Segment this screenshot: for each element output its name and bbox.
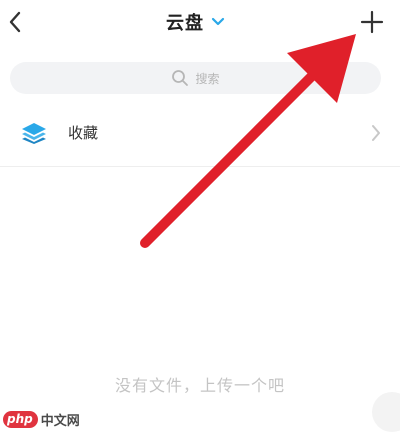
- site-watermark: php 中文网: [3, 410, 80, 429]
- section-divider: [0, 166, 400, 167]
- add-button[interactable]: [358, 8, 386, 36]
- layers-icon: [22, 123, 46, 144]
- favorites-label: 收藏: [68, 124, 99, 142]
- cloud-disk-title-dropdown[interactable]: 云盘: [166, 9, 225, 35]
- watermark-site: 中文网: [40, 414, 80, 429]
- search-placeholder: 搜索: [195, 71, 220, 86]
- empty-state-message: 没有文件，上传一个吧: [114, 376, 285, 395]
- corner-decoration: [372, 392, 400, 432]
- page-title: 云盘: [166, 13, 204, 34]
- favorites-row[interactable]: 收藏: [0, 112, 400, 152]
- chevron-left-icon: [9, 11, 21, 33]
- back-button[interactable]: [4, 8, 30, 36]
- plus-icon: [360, 10, 384, 34]
- search-bar[interactable]: 搜索: [10, 62, 381, 94]
- top-bar: 云盘: [0, 0, 400, 50]
- watermark-brand: php: [3, 411, 38, 428]
- chevron-right-icon: [372, 125, 380, 141]
- search-icon: [172, 70, 189, 86]
- chevron-down-icon: [211, 17, 225, 26]
